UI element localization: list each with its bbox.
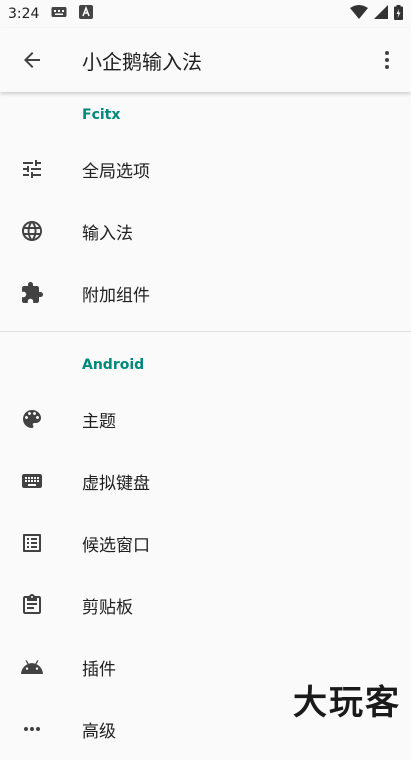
list-item-label: 全局选项 (82, 161, 150, 182)
list-item-candidate-window[interactable]: 候选窗口 (0, 512, 411, 574)
status-bar: 3:24 (0, 0, 411, 28)
palette-icon (0, 407, 64, 431)
keyboard-notification-icon (51, 6, 67, 22)
more-horiz-icon (0, 717, 64, 741)
list-item-label: 输入法 (82, 223, 133, 244)
page-title: 小企鹅输入法 (82, 49, 202, 74)
app-bar: 小企鹅输入法 (0, 28, 411, 92)
list-item-label: 主题 (82, 411, 116, 432)
list-item-label: 插件 (82, 659, 116, 680)
list-item-global-options[interactable]: 全局选项 (0, 138, 411, 200)
globe-icon (0, 219, 64, 243)
tune-icon (0, 157, 64, 181)
android-icon (0, 655, 64, 679)
section-header-fcitx: Fcitx (82, 107, 121, 123)
list-item-theme[interactable]: 主题 (0, 388, 411, 450)
status-right (350, 4, 403, 24)
list-item-addons[interactable]: 附加组件 (0, 262, 411, 324)
list-item-virtual-keyboard[interactable]: 虚拟键盘 (0, 450, 411, 512)
keyboard-icon (0, 469, 64, 493)
list-item-label: 候选窗口 (82, 535, 150, 556)
watermark-logo: 大玩客 (293, 683, 401, 723)
list-icon (0, 531, 64, 555)
status-time: 3:24 (8, 6, 40, 22)
list-item-label: 虚拟键盘 (82, 473, 150, 494)
list-item-label: 高级 (82, 721, 116, 742)
clipboard-icon (0, 593, 64, 617)
wifi-icon (350, 5, 368, 23)
overflow-menu-button[interactable] (363, 28, 411, 92)
cell-signal-icon (374, 5, 388, 23)
back-button[interactable] (0, 28, 64, 92)
settings-list: Fcitx 全局选项 输入法 附加组件 Android 主题 虚拟键盘 候选窗口… (0, 92, 411, 760)
list-item-label: 附加组件 (82, 285, 150, 306)
font-notification-icon (79, 5, 94, 23)
list-item-input-methods[interactable]: 输入法 (0, 200, 411, 262)
arrow-back-icon (24, 52, 40, 68)
more-vert-icon (385, 51, 389, 69)
section-header-android: Android (82, 357, 145, 373)
battery-icon (394, 4, 403, 24)
list-item-label: 剪贴板 (82, 597, 133, 618)
list-item-clipboard[interactable]: 剪贴板 (0, 574, 411, 636)
puzzle-icon (0, 281, 64, 305)
status-left: 3:24 (8, 5, 94, 23)
